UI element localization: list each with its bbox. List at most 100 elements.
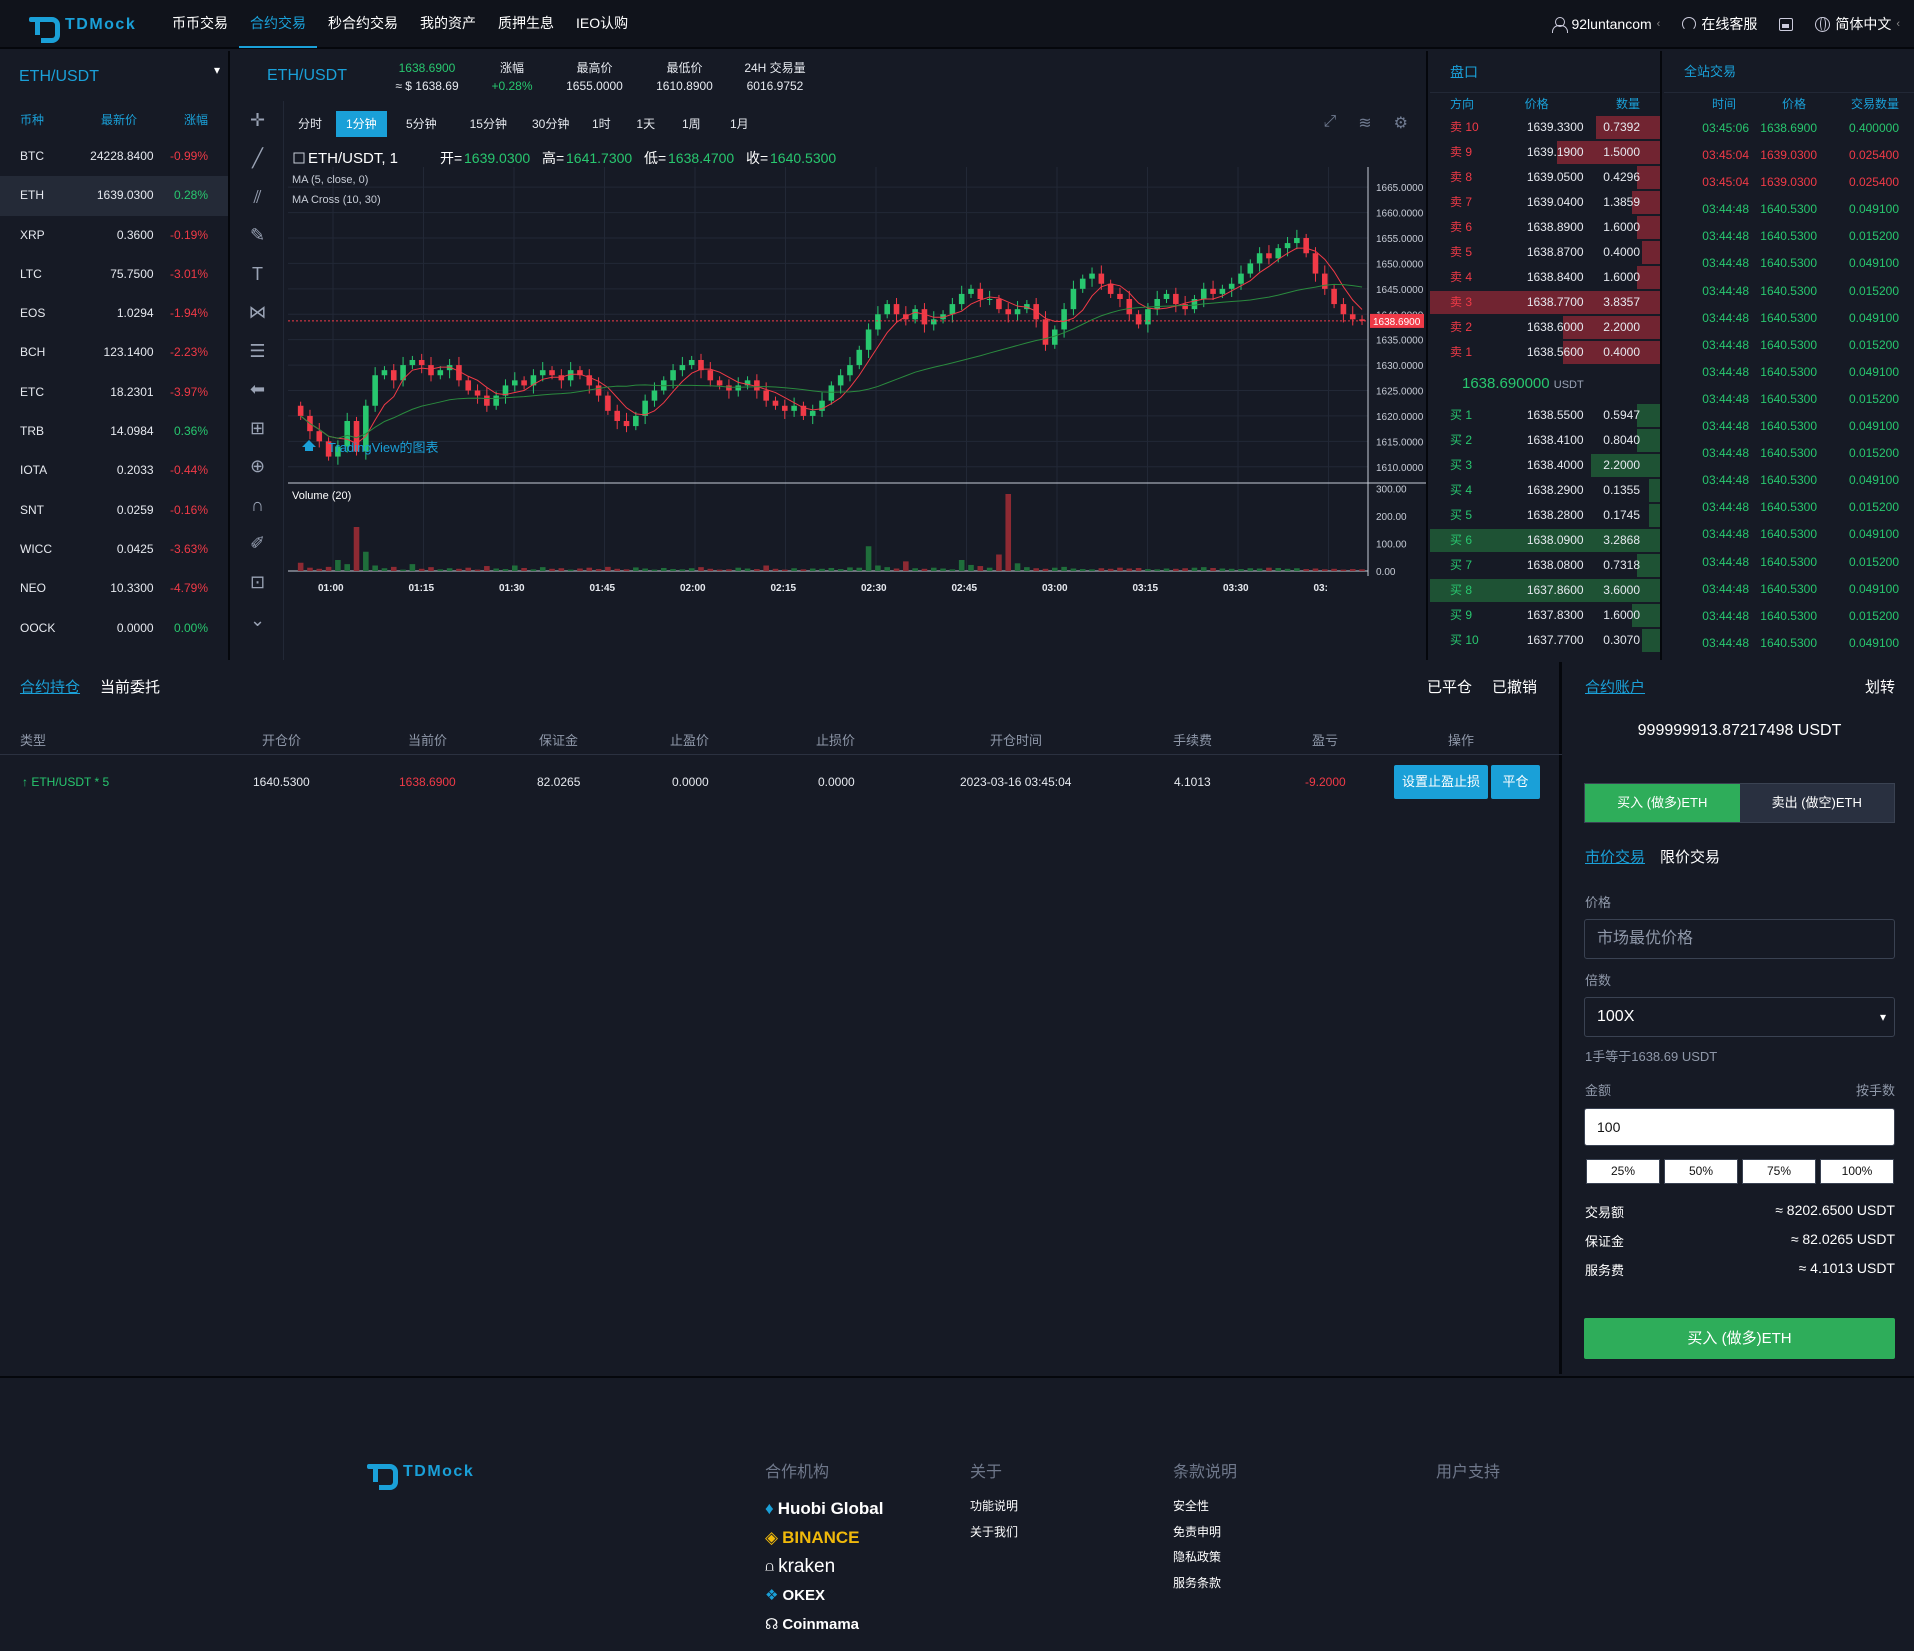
trendline-icon[interactable]: ╱	[232, 140, 283, 179]
timeframe-tab[interactable]: 30分钟	[522, 111, 579, 137]
pitchfork-icon[interactable]: ⫽	[232, 178, 283, 217]
fib-icon[interactable]: ☰	[232, 332, 283, 371]
magnet-icon[interactable]: ∩	[232, 486, 283, 525]
amount-input[interactable]: 100	[1584, 1108, 1895, 1146]
market-row[interactable]: LTC 75.7500 -3.01%	[0, 255, 228, 294]
bid-row[interactable]: 买 10 1637.7700 0.3070	[1430, 628, 1660, 653]
tab-positions[interactable]: 合约持仓	[20, 676, 80, 697]
timeframe-tab[interactable]: 1时	[582, 111, 621, 137]
link-security[interactable]: 安全性	[1173, 1494, 1237, 1520]
nav-item[interactable]: 币币交易	[161, 0, 239, 48]
fullscreen-icon[interactable]: ⤢	[1323, 113, 1336, 133]
bid-row[interactable]: 买 8 1637.8600 3.6000	[1430, 578, 1660, 603]
tab-open-orders[interactable]: 当前委托	[100, 676, 160, 697]
bid-row[interactable]: 买 1 1638.5500 0.5947	[1430, 403, 1660, 428]
brand-logo[interactable]: TDMock	[27, 13, 136, 43]
bid-row[interactable]: 买 7 1638.0800 0.7318	[1430, 553, 1660, 578]
ask-row[interactable]: 卖 2 1638.6000 2.2000	[1430, 315, 1660, 340]
market-row[interactable]: BTC 24228.8400 -0.99%	[0, 137, 228, 176]
timeframe-tab[interactable]: 分时	[288, 111, 332, 137]
gear-icon[interactable]: ⚙	[1394, 113, 1408, 133]
nav-item[interactable]: 质押生息	[487, 0, 565, 48]
tab-market-order[interactable]: 市价交易	[1585, 846, 1645, 867]
zoom-in-icon[interactable]: ⊕	[232, 448, 283, 487]
ask-row[interactable]: 卖 3 1638.7700 3.8357	[1430, 290, 1660, 315]
partner-binance[interactable]: ◈ BINANCE	[765, 1523, 883, 1552]
market-row[interactable]: NEO 10.3300 -4.79%	[0, 569, 228, 608]
percent-button[interactable]: 25%	[1586, 1159, 1660, 1184]
link-disclaimer[interactable]: 免责申明	[1173, 1520, 1237, 1546]
set-tp-sl-button[interactable]: 设置止盈止损	[1394, 765, 1488, 799]
timeframe-tab[interactable]: 1分钟	[336, 111, 387, 137]
partner-kraken[interactable]: ⩍ kraken	[765, 1552, 883, 1581]
timeframe-tab[interactable]: 1天	[626, 111, 665, 137]
submit-buy-button[interactable]: 买入 (做多)ETH	[1584, 1318, 1895, 1359]
link-about-us[interactable]: 关于我们	[970, 1520, 1018, 1546]
partner-coinmama[interactable]: ☊ Coinmama	[765, 1610, 883, 1639]
ask-row[interactable]: 卖 4 1638.8400 1.6000	[1430, 265, 1660, 290]
tab-closed[interactable]: 已平仓	[1427, 676, 1472, 697]
bid-row[interactable]: 买 4 1638.2900 0.1355	[1430, 478, 1660, 503]
market-row[interactable]: BCH 123.1400 -2.23%	[0, 333, 228, 372]
price-input[interactable]: 市场最优价格	[1584, 919, 1895, 959]
user-menu[interactable]: 92luntancom ‹	[1552, 16, 1660, 33]
market-row[interactable]: OOCK 0.0000 0.00%	[0, 609, 228, 648]
bid-row[interactable]: 买 9 1637.8300 1.6000	[1430, 603, 1660, 628]
bid-row[interactable]: 买 3 1638.4000 2.2000	[1430, 453, 1660, 478]
percent-button[interactable]: 75%	[1742, 1159, 1816, 1184]
ask-row[interactable]: 卖 9 1639.1900 1.5000	[1430, 140, 1660, 165]
download-button[interactable]	[1779, 17, 1794, 31]
bid-row[interactable]: 买 6 1638.0900 3.2868	[1430, 528, 1660, 553]
sell-short-tab[interactable]: 卖出 (做空)ETH	[1739, 784, 1894, 822]
buy-long-tab[interactable]: 买入 (做多)ETH	[1585, 784, 1740, 822]
link-features[interactable]: 功能说明	[970, 1494, 1018, 1520]
market-row[interactable]: IOTA 0.2033 -0.44%	[0, 451, 228, 490]
text-tool-icon[interactable]: T	[232, 255, 283, 294]
candlestick-chart[interactable]: 1665.0000 1660.0000 1655.0000 1650.0000 1645…	[288, 147, 1426, 660]
market-row[interactable]: ETC 18.2301 -3.97%	[0, 373, 228, 412]
percent-button[interactable]: 50%	[1664, 1159, 1738, 1184]
timeframe-tab[interactable]: 1周	[672, 111, 711, 137]
bid-row[interactable]: 买 5 1638.2800 0.1745	[1430, 503, 1660, 528]
link-privacy[interactable]: 隐私政策	[1173, 1545, 1237, 1571]
ask-row[interactable]: 卖 7 1639.0400 1.3859	[1430, 190, 1660, 215]
nav-item[interactable]: IEO认购	[565, 0, 639, 48]
ask-row[interactable]: 卖 6 1638.8900 1.6000	[1430, 215, 1660, 240]
market-row[interactable]: WICC 0.0425 -3.63%	[0, 530, 228, 569]
pencil-lock-icon[interactable]: ✐	[232, 525, 283, 564]
indicators-icon[interactable]: ≋	[1358, 113, 1371, 133]
pattern-icon[interactable]: ⋈	[232, 294, 283, 333]
back-arrow-icon[interactable]: ⬅	[232, 371, 283, 410]
footer-logo[interactable]: TDMock	[365, 1460, 474, 1490]
close-position-button[interactable]: 平仓	[1491, 765, 1540, 799]
online-service-link[interactable]: 在线客服	[1682, 14, 1757, 34]
by-lots-toggle[interactable]: 按手数	[1856, 1080, 1895, 1099]
ask-row[interactable]: 卖 10 1639.3300 0.7392	[1430, 115, 1660, 140]
measure-icon[interactable]: ⊞	[232, 409, 283, 448]
market-row[interactable]: SNT 0.0259 -0.16%	[0, 491, 228, 530]
lock-icon[interactable]: ⊡	[232, 563, 283, 602]
contract-account-title[interactable]: 合约账户	[1585, 676, 1645, 697]
language-select[interactable]: 简体中文 ‹	[1815, 14, 1900, 34]
partner-okex[interactable]: ❖ OKEX	[765, 1581, 883, 1610]
link-terms[interactable]: 服务条款	[1173, 1571, 1237, 1597]
leverage-select[interactable]: 100X	[1584, 997, 1895, 1037]
market-row[interactable]: XRP 0.3600 -0.19%	[0, 216, 228, 255]
ask-row[interactable]: 卖 1 1638.5600 0.4000	[1430, 340, 1660, 365]
brush-icon[interactable]: ✎	[232, 217, 283, 256]
ask-row[interactable]: 卖 8 1639.0500 0.4296	[1430, 165, 1660, 190]
timeframe-tab[interactable]: 15分钟	[460, 111, 517, 137]
partner-huobi[interactable]: ♦ Huobi Global	[765, 1494, 883, 1523]
bid-row[interactable]: 买 2 1638.4100 0.8040	[1430, 428, 1660, 453]
tab-limit-order[interactable]: 限价交易	[1660, 846, 1720, 867]
nav-item[interactable]: 合约交易	[239, 0, 317, 48]
percent-button[interactable]: 100%	[1820, 1159, 1894, 1184]
crosshair-icon[interactable]: ✛	[232, 101, 283, 140]
transfer-link[interactable]: 划转	[1865, 676, 1895, 697]
market-row[interactable]: EOS 1.0294 -1.94%	[0, 294, 228, 333]
market-row[interactable]: TRB 14.0984 0.36%	[0, 412, 228, 451]
ask-row[interactable]: 卖 5 1638.8700 0.4000	[1430, 240, 1660, 265]
timeframe-tab[interactable]: 5分钟	[396, 111, 447, 137]
chevron-down-icon[interactable]: ⌄	[232, 602, 283, 641]
collapse-icon[interactable]	[293, 152, 305, 164]
